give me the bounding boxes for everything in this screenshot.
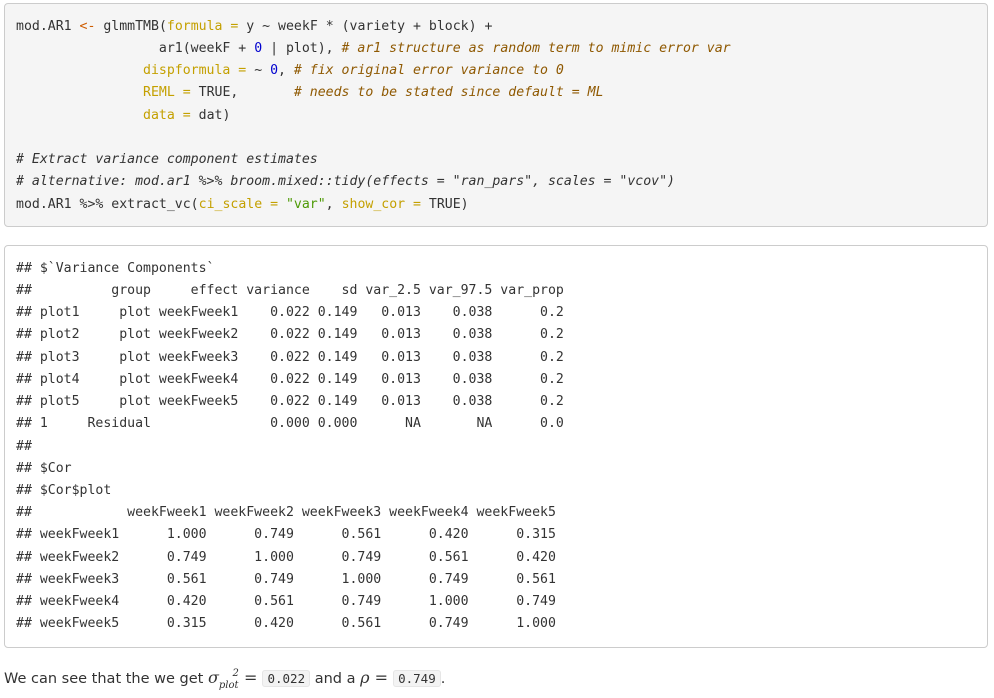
output-line: ## plot4 plot weekFweek4 0.022 0.149 0.0… xyxy=(16,372,564,387)
output-line: ## weekFweek1 1.000 0.749 0.561 0.420 0.… xyxy=(16,527,556,542)
summary-text: We can see that the we get xyxy=(4,671,208,687)
code-chunk: mod.AR1 <- glmmTMB(formula = y ~ weekF *… xyxy=(4,3,988,227)
output-line: ## xyxy=(16,439,32,454)
output-line: ## weekFweek5 0.315 0.420 0.561 0.749 1.… xyxy=(16,616,556,631)
output-line: ## plot2 plot weekFweek2 0.022 0.149 0.0… xyxy=(16,327,564,342)
output-line: ## $Cor xyxy=(16,461,72,476)
equals-sign: = xyxy=(238,668,263,687)
output-line: ## plot5 plot weekFweek5 0.022 0.149 0.0… xyxy=(16,394,564,409)
output-chunk: ## $`Variance Components` ## group effec… xyxy=(4,245,988,648)
summary-end: . xyxy=(440,671,446,687)
output-line: ## plot1 plot weekFweek1 0.022 0.149 0.0… xyxy=(16,305,564,320)
output-line: ## weekFweek3 0.561 0.749 1.000 0.749 0.… xyxy=(16,572,556,587)
output-line: ## weekFweek2 0.749 1.000 0.749 0.561 0.… xyxy=(16,550,556,565)
code-line-comment-2: # alternative: mod.ar1 %>% broom.mixed::… xyxy=(16,174,675,189)
rho-symbol: ρ xyxy=(360,668,370,687)
equals-sign: = xyxy=(369,668,394,687)
output-line: ## $Cor$plot xyxy=(16,483,112,498)
summary-paragraph: We can see that the we get σplot2 = 0.02… xyxy=(4,662,446,691)
output-line: ## $`Variance Components` xyxy=(16,261,215,276)
output-line: ## weekFweek1 weekFweek2 weekFweek3 week… xyxy=(16,505,556,520)
sigma-symbol: σplot2 xyxy=(207,668,239,691)
code-line-comment-1: # Extract variance component estimates xyxy=(16,152,318,167)
summary-text: and a xyxy=(310,671,361,687)
code-line-1: mod.AR1 <- glmmTMB(formula = y ~ weekF *… xyxy=(16,19,493,34)
code-line-2: ar1(weekF + 0 | plot), # ar1 structure a… xyxy=(16,41,731,56)
code-line-3: dispformula = ~ 0, # fix original error … xyxy=(16,63,564,78)
output-line: ## plot3 plot weekFweek3 0.022 0.149 0.0… xyxy=(16,350,564,365)
output-line: ## weekFweek4 0.420 0.561 0.749 1.000 0.… xyxy=(16,594,556,609)
code-line-extract: mod.AR1 %>% extract_vc(ci_scale = "var",… xyxy=(16,197,469,212)
correlation-value: 0.749 xyxy=(393,670,441,687)
variance-value: 0.022 xyxy=(262,670,311,687)
code-line-5: data = dat) xyxy=(16,108,231,123)
output-line: ## group effect variance sd var_2.5 var_… xyxy=(16,283,564,298)
output-line: ## 1 Residual 0.000 0.000 NA NA 0.0 xyxy=(16,416,564,431)
code-line-4: REML = TRUE, # needs to be stated since … xyxy=(16,85,604,100)
